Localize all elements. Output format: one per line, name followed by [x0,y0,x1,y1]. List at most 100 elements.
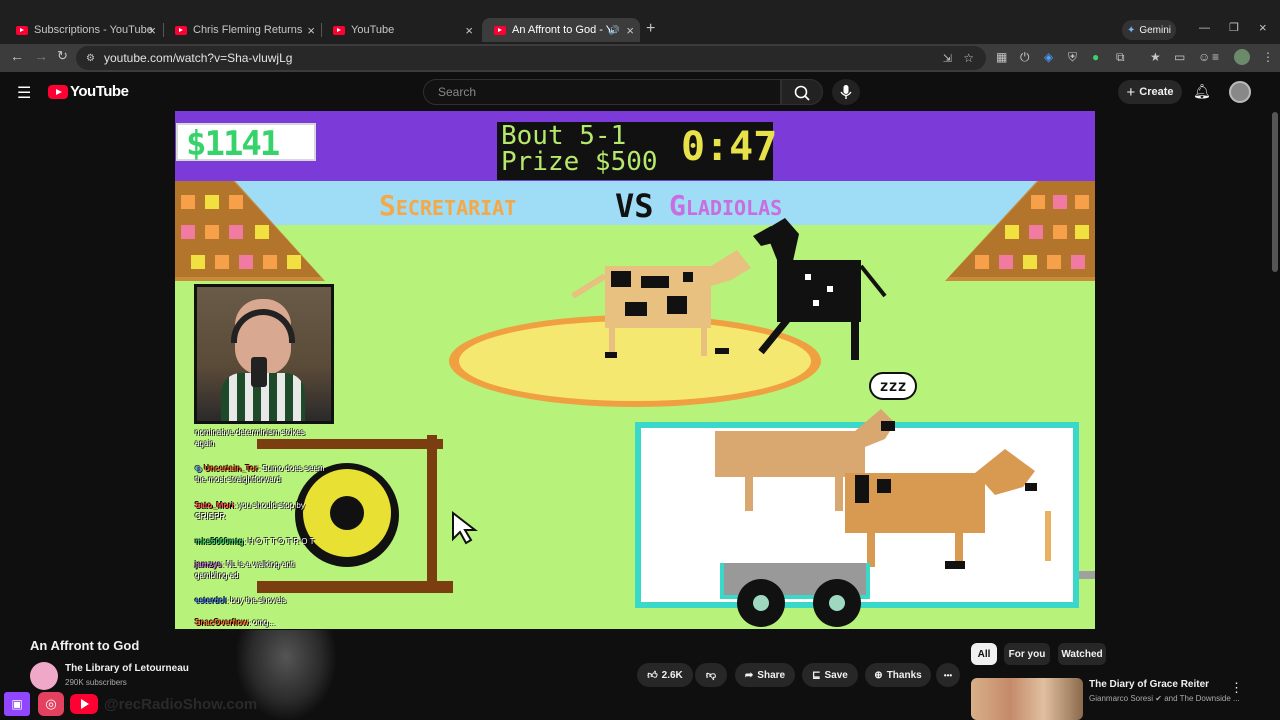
chat-username[interactable]: esterdol [195,596,226,605]
browser-toolbar: ← → ↻ ⚙ youtube.com/watch?v=Sha-vluwjLg … [0,44,1280,72]
search-button[interactable] [781,79,823,105]
share-button[interactable]: ➦ Share [735,663,795,687]
minimize-icon[interactable]: — [1199,22,1210,34]
close-tab-icon[interactable]: × [626,23,634,38]
subscriber-count: 290K subscribers [65,678,127,687]
account-avatar[interactable] [1229,81,1251,103]
site-info-icon[interactable]: ⚙ [86,53,95,64]
media-controls-icon[interactable]: ≡ [1212,50,1219,64]
chrome-menu-icon[interactable]: ⋮ [1262,50,1274,64]
bookmark-star-icon[interactable]: ☆ [963,51,974,65]
page-scrollbar[interactable] [1272,112,1278,272]
save-button[interactable]: ⊑ Save [802,663,858,687]
audio-playing-icon[interactable]: 🔊 [609,25,620,36]
close-tab-icon[interactable]: × [148,23,156,38]
recommendation-menu-icon[interactable]: ⋮ [1230,680,1243,696]
recommendation-thumbnail[interactable] [971,678,1083,720]
gemini-label: Gemini [1139,24,1172,36]
thumbs-up-icon: 👍︎ [647,670,658,681]
more-actions-button[interactable]: ••• [936,663,960,687]
browser-tab-affront[interactable]: An Affront to God - YouTub 🔊 × [482,18,640,42]
extension-1-icon[interactable]: ▦ [996,50,1007,64]
chat-username[interactable]: Uncertain_Tor [204,464,258,473]
chip-all[interactable]: All [971,643,997,665]
chat-text: nominative determinism strikes again [195,428,305,448]
verified-check-icon: ✔ [1155,694,1162,703]
stream-watermark: @recRadioShow.com [104,696,258,713]
tab-title: Subscriptions - YouTube [34,24,153,36]
cursor-arrow-icon [452,511,478,545]
account-avatar-icon[interactable] [1234,49,1250,65]
gemini-button[interactable]: ✦ Gemini [1122,20,1176,40]
recommendation-title[interactable]: The Diary of Grace Reiter [1089,679,1209,690]
prize-text: Prize $500 [501,147,658,177]
browser-tab-chris-fleming[interactable]: Chris Fleming Returns Again - Y × [163,18,321,42]
trailer-wheel [737,579,785,627]
money-text: $1141 [186,124,280,164]
chip-watched[interactable]: Watched [1058,643,1106,665]
youtube-logo-icon[interactable] [48,85,68,99]
search-icon [794,85,810,101]
voice-search-button[interactable] [832,79,860,105]
chat-text: H O T T O T R O T [247,537,315,546]
side-panel-icon[interactable]: ▭ [1174,50,1185,64]
hamburger-menu-icon[interactable]: ☰ [17,83,31,103]
chat-message: SnacOverflow: omg... [195,618,276,627]
restore-window-icon[interactable]: ❐ [1229,21,1239,34]
reload-icon[interactable]: ↻ [57,48,68,64]
chat-message: ◍ Uncertain_Tor: Sumo does seem the most… [195,464,325,484]
search-input[interactable]: Search [423,79,781,105]
extensions-puzzle-icon[interactable]: ⧉ [1116,50,1125,65]
video-player[interactable]: $1141 Bout 5-1 Prize $500 0:47 Secretari… [175,111,1095,629]
shield-icon[interactable]: ⛨ [1068,50,1077,65]
timer-text: 0:47 [681,124,778,170]
youtube-logo-text[interactable]: YouTube [70,83,129,100]
like-button[interactable]: 👍︎ 2.6K [637,663,693,687]
twitch-logo-icon: ▣ [4,692,30,716]
new-tab-button[interactable]: + [646,20,655,38]
microphone-icon [840,85,852,99]
browser-tab-youtube[interactable]: YouTube × [321,18,479,42]
chat-message: Sato_Mori: you should stop by CRISPR [195,501,305,521]
youtube-social-logo-icon [70,694,98,714]
extension-2-icon[interactable]: ⏻ [1020,50,1030,65]
thanks-button[interactable]: ⊕ Thanks [865,663,931,687]
chat-message: nominative determinism strikes again [195,427,325,449]
chip-for-you[interactable]: For you [1004,643,1050,665]
bookmarks-icon[interactable]: ★ [1150,50,1161,64]
install-app-icon[interactable]: ⇲ [943,52,952,65]
create-button[interactable]: + Create [1118,80,1182,104]
youtube-favicon-icon [333,25,345,35]
back-arrow-icon[interactable]: ← [10,48,24,64]
chat-username[interactable]: jamzys [195,560,222,569]
close-window-icon[interactable]: × [1259,20,1267,35]
close-tab-icon[interactable]: × [307,23,315,38]
left-fighter-name: Secretariat [379,189,517,222]
streamer-webcam [194,284,334,424]
address-bar[interactable]: ⚙ youtube.com/watch?v=Sha-vluwjLg ⇲ ☆ [76,46,986,70]
dislike-button[interactable]: 👎︎ [695,663,727,687]
fighting-horses-sprite [571,218,887,360]
youtube-favicon-icon [175,25,187,35]
profile-icon[interactable]: ☺ [1198,50,1210,64]
channel-avatar[interactable] [30,662,58,690]
share-arrow-icon: ➦ [744,669,754,681]
notifications-bell-icon[interactable]: 🔔︎ [1193,83,1211,100]
save-label: Save [824,669,848,681]
chat-text: buy the shovels [230,596,287,605]
youtube-favicon-icon [494,25,506,35]
chat-text: omg... [252,618,276,627]
close-tab-icon[interactable]: × [465,23,473,38]
channel-name[interactable]: The Library of Letourneau [65,663,189,674]
forward-arrow-icon[interactable]: → [34,48,48,64]
chat-username[interactable]: SnacOverflow [195,618,248,627]
trailer-wheel [813,579,861,627]
extension-3-icon[interactable]: ◈ [1044,50,1053,64]
chat-username[interactable]: Sato_Mori [195,501,234,510]
recommendation-channel[interactable]: Gianmarco Soresi [1089,694,1153,703]
extension-4-icon[interactable]: ● [1092,50,1099,64]
create-label: Create [1139,86,1174,98]
browser-tab-subscriptions[interactable]: Subscriptions - YouTube × [4,18,162,42]
chat-username[interactable]: mks5000mtg [195,537,243,546]
gemini-sparkle-icon: ✦ [1126,24,1136,36]
